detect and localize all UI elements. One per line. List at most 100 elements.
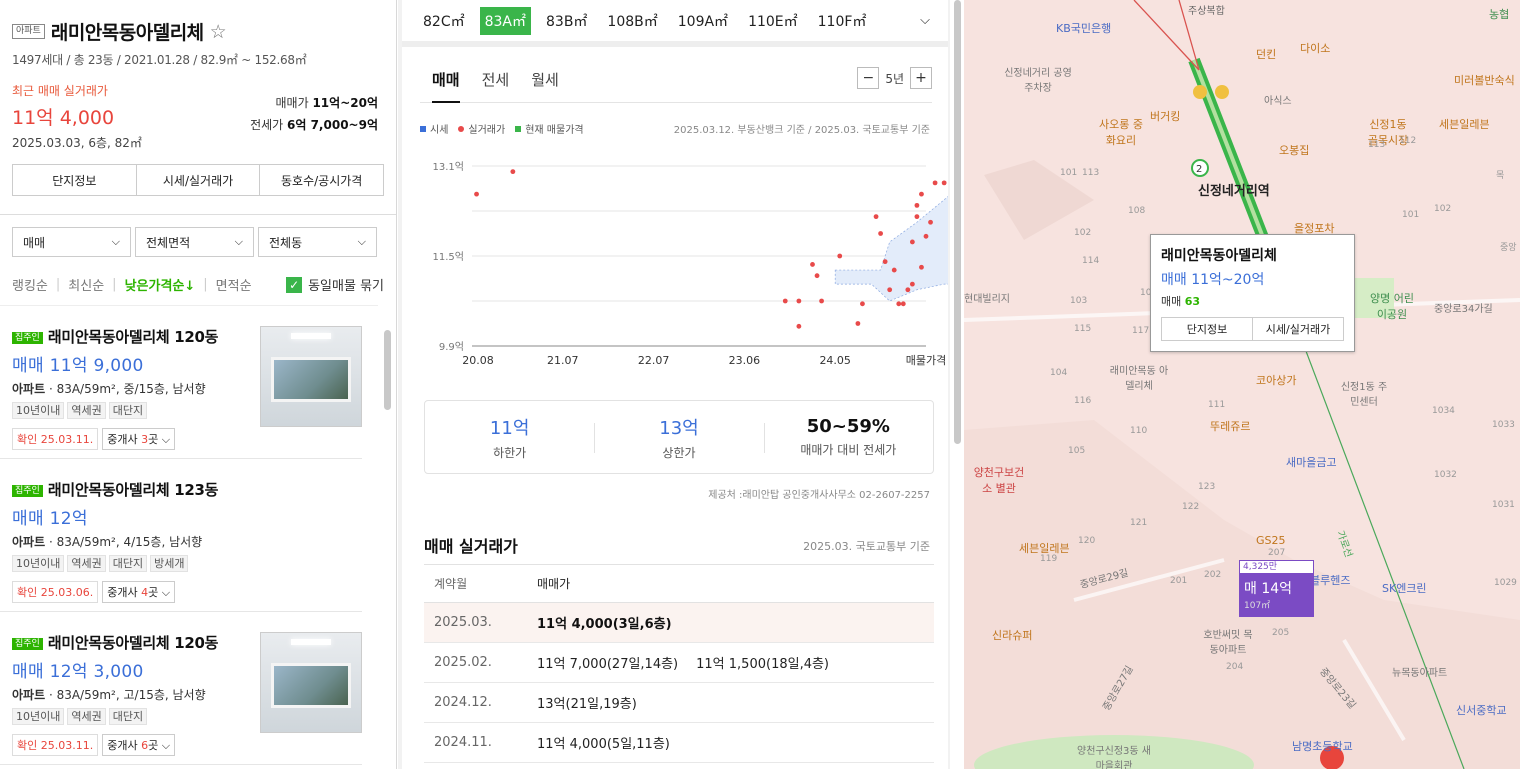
- data-point: [873, 214, 879, 220]
- confirm-date: 확인 25.03.11.: [12, 428, 99, 450]
- tab-area-110e[interactable]: 110E㎡: [743, 7, 803, 35]
- group-listings-checkbox[interactable]: ✓ 동일매물 묶기: [286, 275, 384, 294]
- period-value: 5년: [885, 71, 904, 86]
- popup-complex-info-button[interactable]: 단지정보: [1162, 318, 1253, 340]
- data-point: [855, 321, 861, 326]
- listing-desc: 아파트 · 83A/59m², 4/15층, 남서향: [12, 535, 203, 549]
- sort-ranking[interactable]: 랭킹순: [12, 275, 48, 294]
- minus-button[interactable]: −: [857, 67, 880, 89]
- tab-area-82c[interactable]: 82C㎡: [418, 7, 470, 35]
- tab-price-history[interactable]: 시세/실거래가: [137, 165, 261, 195]
- complex-panel: 아파트 래미안목동아델리체 ☆ 1497세대 / 총 23동 / 2021.01…: [0, 0, 397, 769]
- list-scrollbar[interactable]: [384, 330, 391, 410]
- tab-area-110f[interactable]: 110F㎡: [813, 7, 872, 35]
- deal-type-select[interactable]: 매매 ⌵: [12, 227, 131, 257]
- deal-tabs: 매매 전세 월세 − 5년 +: [420, 47, 932, 103]
- data-point: [909, 281, 915, 287]
- tab-monthly[interactable]: 월세: [531, 69, 559, 102]
- listing-photo[interactable]: [260, 632, 362, 733]
- detail-scrollbar[interactable]: [954, 0, 961, 444]
- list-item[interactable]: 집주인 래미안목동아델리체 120동 매매 12억 3,000 아파트 · 83A…: [0, 612, 362, 765]
- data-point: [810, 262, 815, 267]
- popup-title: 래미안목동아델리체: [1161, 248, 1277, 264]
- confirm-date: 확인 25.03.11.: [12, 734, 99, 756]
- tab-jeonse[interactable]: 전세: [482, 69, 510, 102]
- broker-count-button[interactable]: 중개사 3곳 ⌵: [102, 428, 176, 450]
- data-point: [819, 298, 824, 304]
- data-point: [928, 219, 933, 225]
- sort-area[interactable]: 면적순: [216, 275, 252, 294]
- popup-price-button[interactable]: 시세/실거래가: [1253, 318, 1343, 340]
- list-item[interactable]: 집주인 래미안목동아델리체 123동 매매 12억 아파트 · 83A/59m²,…: [0, 459, 362, 612]
- list-item[interactable]: 집주인 래미안목동아델리체 120동 매매 11억 9,000 아파트 · 83A…: [0, 306, 362, 459]
- market-band: [834, 196, 948, 302]
- x-tick-label: 22.07: [638, 354, 670, 367]
- map-view[interactable]: 2 주상복합 농협 KB국민은행 다이소 던킨 신정네거리 공영주차장 버거킹 …: [964, 0, 1520, 769]
- tab-area-83b[interactable]: 83B㎡: [541, 7, 592, 35]
- area-select[interactable]: 전체면적 ⌵: [135, 227, 254, 257]
- tab-complex-info[interactable]: 단지정보: [13, 165, 137, 195]
- table-row: 2025.03. 11억 4,000(3일,6층): [424, 603, 934, 643]
- tag: 10년이내: [12, 402, 65, 419]
- broker-count-button[interactable]: 중개사 4곳 ⌵: [102, 581, 176, 603]
- tab-area-83a[interactable]: 83A㎡: [479, 6, 531, 35]
- tab-area-108b[interactable]: 108B㎡: [602, 7, 662, 35]
- filter-bar: 매매 ⌵ 전체면적 ⌵ 전체동 ⌵: [0, 215, 396, 257]
- period-control: − 5년 +: [857, 67, 932, 89]
- map-popup[interactable]: 래미안목동아델리체 매매 11억~20억 매매 63 단지정보 시세/실거래가: [1150, 234, 1355, 352]
- building-select[interactable]: 전체동 ⌵: [258, 227, 377, 257]
- listing-price: 매매 12억: [12, 509, 88, 529]
- data-point: [887, 287, 893, 293]
- data-point: [914, 214, 920, 220]
- map-label: 농협: [1489, 8, 1510, 21]
- sort-latest[interactable]: 최신순: [68, 275, 104, 294]
- listing-tags: 10년이내 역세권 대단지 방세개: [12, 555, 362, 572]
- data-point: [796, 298, 802, 304]
- favorite-star-icon[interactable]: ☆: [210, 21, 227, 43]
- stat-ratio: 50~59% 매매가 대비 전세가: [763, 401, 933, 473]
- tab-unit-pricing[interactable]: 동호수/공시가격: [260, 165, 383, 195]
- map-label: 사오롱 중화요리: [1099, 118, 1143, 147]
- data-point: [878, 231, 883, 236]
- data-point: [941, 180, 947, 186]
- map-label: 양천구신정3동 새마을회관: [1077, 746, 1151, 769]
- broker-count-button[interactable]: 중개사 6곳 ⌵: [102, 734, 176, 756]
- map-label: 래미안목동 아델리체: [1109, 366, 1169, 392]
- owner-badge: 집주인: [12, 332, 43, 344]
- data-point: [796, 323, 802, 329]
- tab-area-109a[interactable]: 109A㎡: [673, 7, 733, 35]
- data-point: [837, 253, 843, 259]
- popup-buttons: 단지정보 시세/실거래가: [1161, 317, 1344, 341]
- map-label: 오봉집: [1279, 144, 1310, 157]
- price-chart[interactable]: 13.1억 11.5억 9.9억20.08 21.07 22.07 23.06 24.05 매…: [420, 150, 948, 370]
- map-price-marker[interactable]: 4,325만 매 14억 107㎡: [1239, 560, 1314, 617]
- owner-badge: 집주인: [12, 485, 43, 497]
- tab-sale[interactable]: 매매: [432, 69, 460, 103]
- tx-table: 계약월 매매가 2025.03. 11억 4,000(3일,6층) 2025.02.…: [424, 564, 934, 763]
- tx-basis: 2025.03. 국토교통부 기준: [803, 540, 930, 553]
- chart-source: 2025.03.12. 부동산뱅크 기준 / 2025.03. 국토교통부 기준: [673, 125, 930, 136]
- map-label: 양천구보건소 별관: [973, 466, 1025, 495]
- map-label: GS25: [1256, 534, 1286, 547]
- group-listings-label: 동일매물 묶기: [308, 279, 384, 294]
- table-header: 계약월 매매가: [424, 565, 934, 603]
- tag: 역세권: [67, 708, 106, 725]
- sort-low-price[interactable]: 낮은가격순↓: [125, 275, 196, 294]
- listing-photo[interactable]: [260, 326, 362, 427]
- chevron-down-icon[interactable]: ⌵: [920, 13, 930, 28]
- x-tick-label: 매물가격: [906, 354, 946, 367]
- price-detail-panel: 82C㎡ 83A㎡ 83B㎡ 108B㎡ 109A㎡ 110E㎡ 110F㎡ ⌵…: [398, 0, 950, 769]
- marker-top: 4,325만: [1239, 560, 1314, 574]
- x-tick-label: 20.08: [462, 354, 494, 367]
- x-tick-label: 24.05: [819, 354, 851, 367]
- map-label: SK엔크린: [1382, 582, 1427, 595]
- data-point: [474, 191, 479, 197]
- map-label: 코아상가: [1256, 374, 1297, 387]
- map-label: 새마을금고: [1286, 456, 1337, 469]
- plus-button[interactable]: +: [910, 67, 932, 89]
- map-label: 신서중학교: [1456, 704, 1507, 717]
- confirm-date: 확인 25.03.06.: [12, 581, 99, 603]
- x-tick-label: 21.07: [547, 354, 579, 367]
- chevron-down-icon: ⌵: [357, 235, 366, 248]
- data-point: [900, 301, 906, 307]
